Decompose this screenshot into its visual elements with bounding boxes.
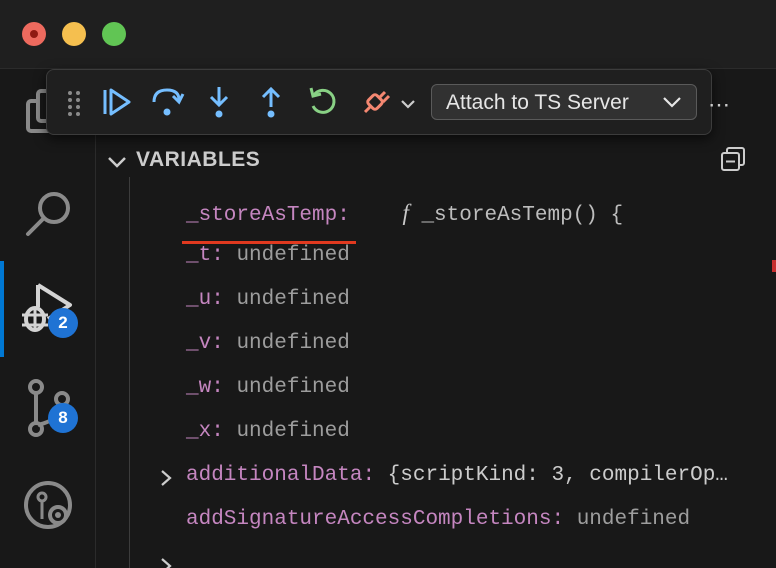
variable-value: undefined: [236, 420, 350, 443]
chevron-down-icon: [663, 97, 681, 108]
variable-name: additionalData: [186, 464, 363, 487]
step-out-icon: [261, 86, 281, 118]
continue-button[interactable]: [99, 84, 135, 120]
maximize-window-button[interactable]: [102, 22, 126, 46]
variable-row-expandable[interactable]: additionalData: {scriptKind: 3, compiler…: [96, 456, 776, 500]
chevron-down-icon[interactable]: [399, 95, 417, 113]
variable-row[interactable]: _storeAsTemp: f _storeAsTemp() {: [96, 192, 776, 236]
chevron-down-icon: [108, 157, 126, 168]
variable-value: undefined: [236, 244, 350, 267]
function-glyph: f: [402, 200, 409, 225]
variable-name: addSignatureAccessCompletions: [186, 508, 552, 531]
step-into-button[interactable]: [201, 84, 237, 120]
disconnect-button[interactable]: [357, 84, 393, 120]
chevron-right-icon[interactable]: [158, 556, 174, 568]
collapse-all-icon[interactable]: [720, 146, 746, 172]
activity-source-control[interactable]: 8: [0, 367, 95, 447]
step-out-button[interactable]: [253, 84, 289, 120]
debug-toolbar: Attach to TS Server: [46, 69, 712, 135]
debug-config-select[interactable]: Attach to TS Server: [431, 84, 697, 120]
restart-icon: [309, 87, 336, 114]
variable-value: undefined: [236, 376, 350, 399]
variable-value: undefined: [576, 508, 691, 531]
variable-value: _storeAsTemp() {: [421, 204, 624, 227]
debug-sidebar: VARIABLES _s: undefined _storeAsTemp: f …: [96, 69, 776, 568]
variables-section-header[interactable]: VARIABLES: [96, 146, 776, 176]
scm-badge: 8: [48, 403, 78, 433]
minimize-window-button[interactable]: [62, 22, 86, 46]
title-bar: [0, 0, 776, 69]
variable-value: undefined: [236, 177, 349, 181]
variable-row-partial[interactable]: [96, 544, 776, 568]
continue-icon: [103, 88, 131, 116]
search-icon: [26, 192, 70, 236]
debug-badge: 2: [48, 308, 78, 338]
variable-row[interactable]: _u: undefined: [96, 280, 776, 324]
step-into-icon: [209, 87, 229, 118]
chevron-right-icon[interactable]: [158, 468, 174, 488]
variable-row[interactable]: addSignatureAccessCompletions: undefined: [96, 500, 776, 544]
debug-config-label: Attach to TS Server: [446, 91, 629, 114]
step-over-button[interactable]: [149, 84, 185, 120]
scrollbar-marker: [772, 260, 776, 272]
step-over-icon: [152, 88, 185, 116]
activity-search[interactable]: [0, 172, 95, 252]
activity-remote-explorer[interactable]: [0, 461, 95, 541]
gripper-icon[interactable]: [67, 90, 81, 116]
variable-row[interactable]: _w: undefined: [96, 368, 776, 412]
remote-explorer-icon: [24, 481, 72, 529]
debug-disconnect-icon: [363, 90, 391, 114]
variable-value: undefined: [236, 332, 350, 355]
section-title: VARIABLES: [136, 148, 261, 171]
variables-tree: _s: undefined _storeAsTemp: f _storeAsTe…: [96, 177, 776, 568]
variable-row[interactable]: _x: undefined: [96, 412, 776, 456]
variable-name: _w: [186, 376, 212, 399]
variable-row[interactable]: _t: undefined: [96, 236, 776, 280]
activity-run-debug[interactable]: 2: [0, 261, 95, 357]
variable-name: _t: [186, 244, 212, 267]
variable-value: undefined: [236, 288, 350, 311]
variable-name: _x: [186, 420, 212, 443]
variable-name: _u: [186, 288, 212, 311]
more-actions-icon[interactable]: ⋯: [708, 92, 732, 118]
variable-value: {scriptKind: 3, compilerOp…: [387, 464, 728, 487]
close-window-button[interactable]: [22, 22, 46, 46]
restart-button[interactable]: [305, 84, 341, 120]
variable-row[interactable]: _v: undefined: [96, 324, 776, 368]
variable-name: _s: [186, 177, 211, 181]
variable-name: _v: [186, 332, 212, 355]
variable-name: _storeAsTemp: [186, 204, 338, 227]
activity-bar: 2 8: [0, 69, 96, 568]
